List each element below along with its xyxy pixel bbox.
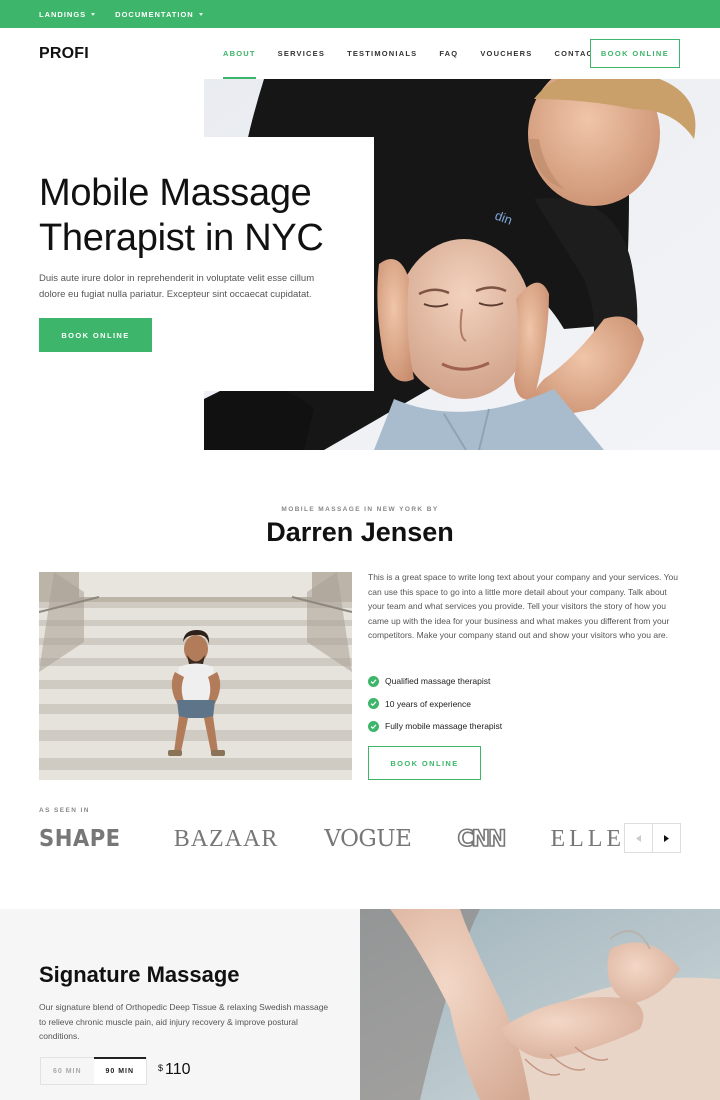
press-logos: SHAPE BAZAAR VOGUE CNN ELLE xyxy=(39,822,671,856)
about-photo-illustration xyxy=(39,572,352,780)
duration-tabs: 60 MIN 90 MIN xyxy=(40,1057,147,1085)
check-item: Fully mobile massage therapist xyxy=(368,715,682,738)
site-logo[interactable]: PROFI xyxy=(39,45,89,63)
signature-title: Signature Massage xyxy=(39,962,240,987)
nav-item-vouchers[interactable]: VOUCHERS xyxy=(469,28,543,79)
tab-90-min[interactable]: 90 MIN xyxy=(93,1057,146,1084)
check-item-label: 10 years of experience xyxy=(385,698,471,709)
check-item: 10 years of experience xyxy=(368,693,682,716)
press-logo-cnn: CNN xyxy=(457,826,508,853)
carousel-prev-button[interactable] xyxy=(625,824,652,852)
press-logo-elle: ELLE xyxy=(550,825,626,852)
signature-photo-illustration xyxy=(360,909,720,1100)
signature-description: Our signature blend of Orthopedic Deep T… xyxy=(39,1002,329,1041)
landings-menu-label: LANDINGS xyxy=(39,9,87,19)
price-value: 110 xyxy=(165,1061,191,1078)
main-nav: ABOUT SERVICES TESTIMONIALS FAQ VOUCHERS… xyxy=(212,28,610,79)
check-item-label: Qualified massage therapist xyxy=(385,676,491,687)
chevron-right-icon xyxy=(664,834,669,842)
price-currency: $ xyxy=(158,1063,164,1073)
chevron-left-icon xyxy=(636,834,641,842)
nav-item-about[interactable]: ABOUT xyxy=(212,28,267,79)
carousel-next-button[interactable] xyxy=(652,824,680,852)
check-circle-icon xyxy=(368,675,379,687)
about-description: This is a great space to write long text… xyxy=(368,572,678,641)
check-item-label: Fully mobile massage therapist xyxy=(385,721,503,732)
top-bar: LANDINGS DOCUMENTATION xyxy=(0,0,720,28)
check-item: Qualified massage therapist xyxy=(368,670,682,693)
press-logo-bazaar: BAZAAR xyxy=(173,825,279,852)
hero-book-online-button[interactable]: BOOK ONLINE xyxy=(39,318,152,352)
about-eyebrow: MOBILE MASSAGE IN NEW YORK BY xyxy=(281,506,439,513)
tab-60-min[interactable]: 60 MIN xyxy=(41,1058,94,1084)
as-seen-in-label: AS SEEN IN xyxy=(39,807,90,814)
documentation-menu-label: DOCUMENTATION xyxy=(115,9,194,19)
about-book-online-button[interactable]: BOOK ONLINE xyxy=(368,746,481,780)
press-carousel-controls xyxy=(624,823,681,853)
hero-title: Mobile Massage Therapist in NYC xyxy=(39,172,324,259)
press-logo-shape: SHAPE xyxy=(39,826,121,852)
hero-description: Duis aute irure dolor in reprehenderit i… xyxy=(39,273,315,300)
about-checklist: Qualified massage therapist 10 years of … xyxy=(368,670,682,738)
header-book-online-button[interactable]: BOOK ONLINE xyxy=(590,39,680,68)
price: $ 110 xyxy=(158,1061,191,1079)
signature-photo xyxy=(360,909,720,1100)
press-logo-vogue: VOGUE xyxy=(324,826,412,852)
chevron-down-icon xyxy=(91,12,96,16)
landings-menu[interactable]: LANDINGS xyxy=(39,9,96,19)
about-title: Darren Jensen xyxy=(266,517,454,547)
nav-item-testimonials[interactable]: TESTIMONIALS xyxy=(336,28,428,79)
site-header: PROFI ABOUT SERVICES TESTIMONIALS FAQ VO… xyxy=(0,28,720,79)
check-circle-icon xyxy=(368,698,379,710)
documentation-menu[interactable]: DOCUMENTATION xyxy=(115,10,203,19)
about-photo xyxy=(39,572,352,780)
nav-item-services[interactable]: SERVICES xyxy=(267,28,336,79)
chevron-down-icon xyxy=(198,12,203,16)
nav-item-faq[interactable]: FAQ xyxy=(428,28,469,79)
check-circle-icon xyxy=(368,720,379,732)
